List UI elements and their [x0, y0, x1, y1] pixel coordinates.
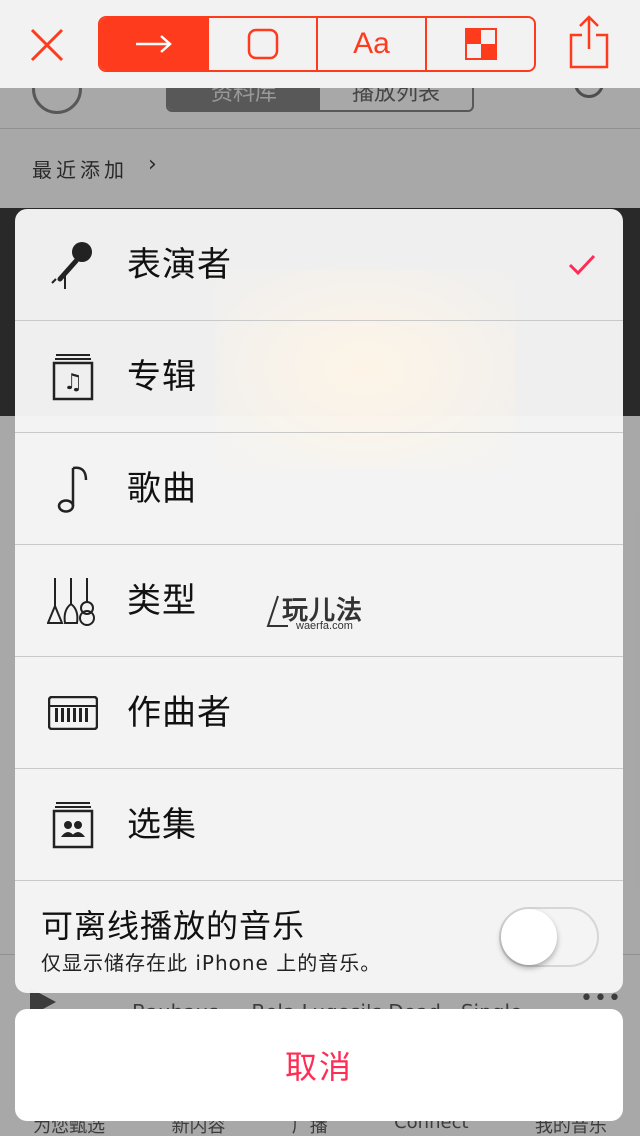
microphone-icon [45, 237, 101, 293]
cancel-button[interactable]: 取消 [15, 1009, 623, 1121]
checkmark-icon [568, 254, 596, 276]
rounded-square-icon [247, 28, 278, 60]
sheet-item-label: 选集 [127, 805, 197, 845]
offline-music-toggle[interactable] [499, 907, 599, 967]
close-x-icon [30, 28, 64, 62]
text-icon: Aa [353, 27, 390, 60]
share-button[interactable] [566, 14, 612, 70]
tool-magnifier-button[interactable] [427, 18, 534, 70]
sheet-item-compilations[interactable]: 选集 [15, 769, 623, 881]
close-button[interactable] [22, 20, 72, 70]
magnifier-grid-icon [464, 28, 497, 60]
sheet-item-label: 专辑 [127, 357, 197, 397]
arrow-icon [135, 35, 172, 53]
sheet-item-label: 歌曲 [127, 469, 197, 509]
sheet-item-artists[interactable]: 表演者 [15, 209, 623, 321]
tool-arrow-button[interactable] [100, 18, 209, 70]
svg-text:♫: ♫ [63, 370, 83, 395]
markup-toolbar: Aa [0, 0, 640, 88]
sheet-item-label: 表演者 [127, 245, 232, 285]
toggle-knob [501, 909, 557, 965]
offline-music-row: 可离线播放的音乐 仅显示储存在此 iPhone 上的音乐。 [15, 881, 623, 993]
guitars-icon [45, 573, 101, 629]
watermark-url: waerfa.com [296, 620, 353, 632]
compilation-icon [45, 797, 101, 853]
sheet-item-albums[interactable]: ♫ 专辑 [15, 321, 623, 433]
markup-tool-segment: Aa [98, 16, 536, 72]
cancel-label: 取消 [284, 1048, 353, 1086]
piano-keyboard-icon [45, 685, 101, 741]
sheet-item-songs[interactable]: 歌曲 [15, 433, 623, 545]
music-note-icon [45, 461, 101, 517]
sheet-item-label: 作曲者 [127, 693, 232, 733]
tool-text-button[interactable]: Aa [318, 18, 427, 70]
offline-music-subtitle: 仅显示储存在此 iPhone 上的音乐。 [41, 951, 382, 975]
offline-music-title: 可离线播放的音乐 [41, 907, 306, 945]
album-icon: ♫ [45, 349, 101, 405]
sheet-item-label: 类型 [127, 581, 197, 621]
tool-shape-button[interactable] [209, 18, 318, 70]
share-icon [569, 15, 609, 69]
sheet-item-composers[interactable]: 作曲者 [15, 657, 623, 769]
